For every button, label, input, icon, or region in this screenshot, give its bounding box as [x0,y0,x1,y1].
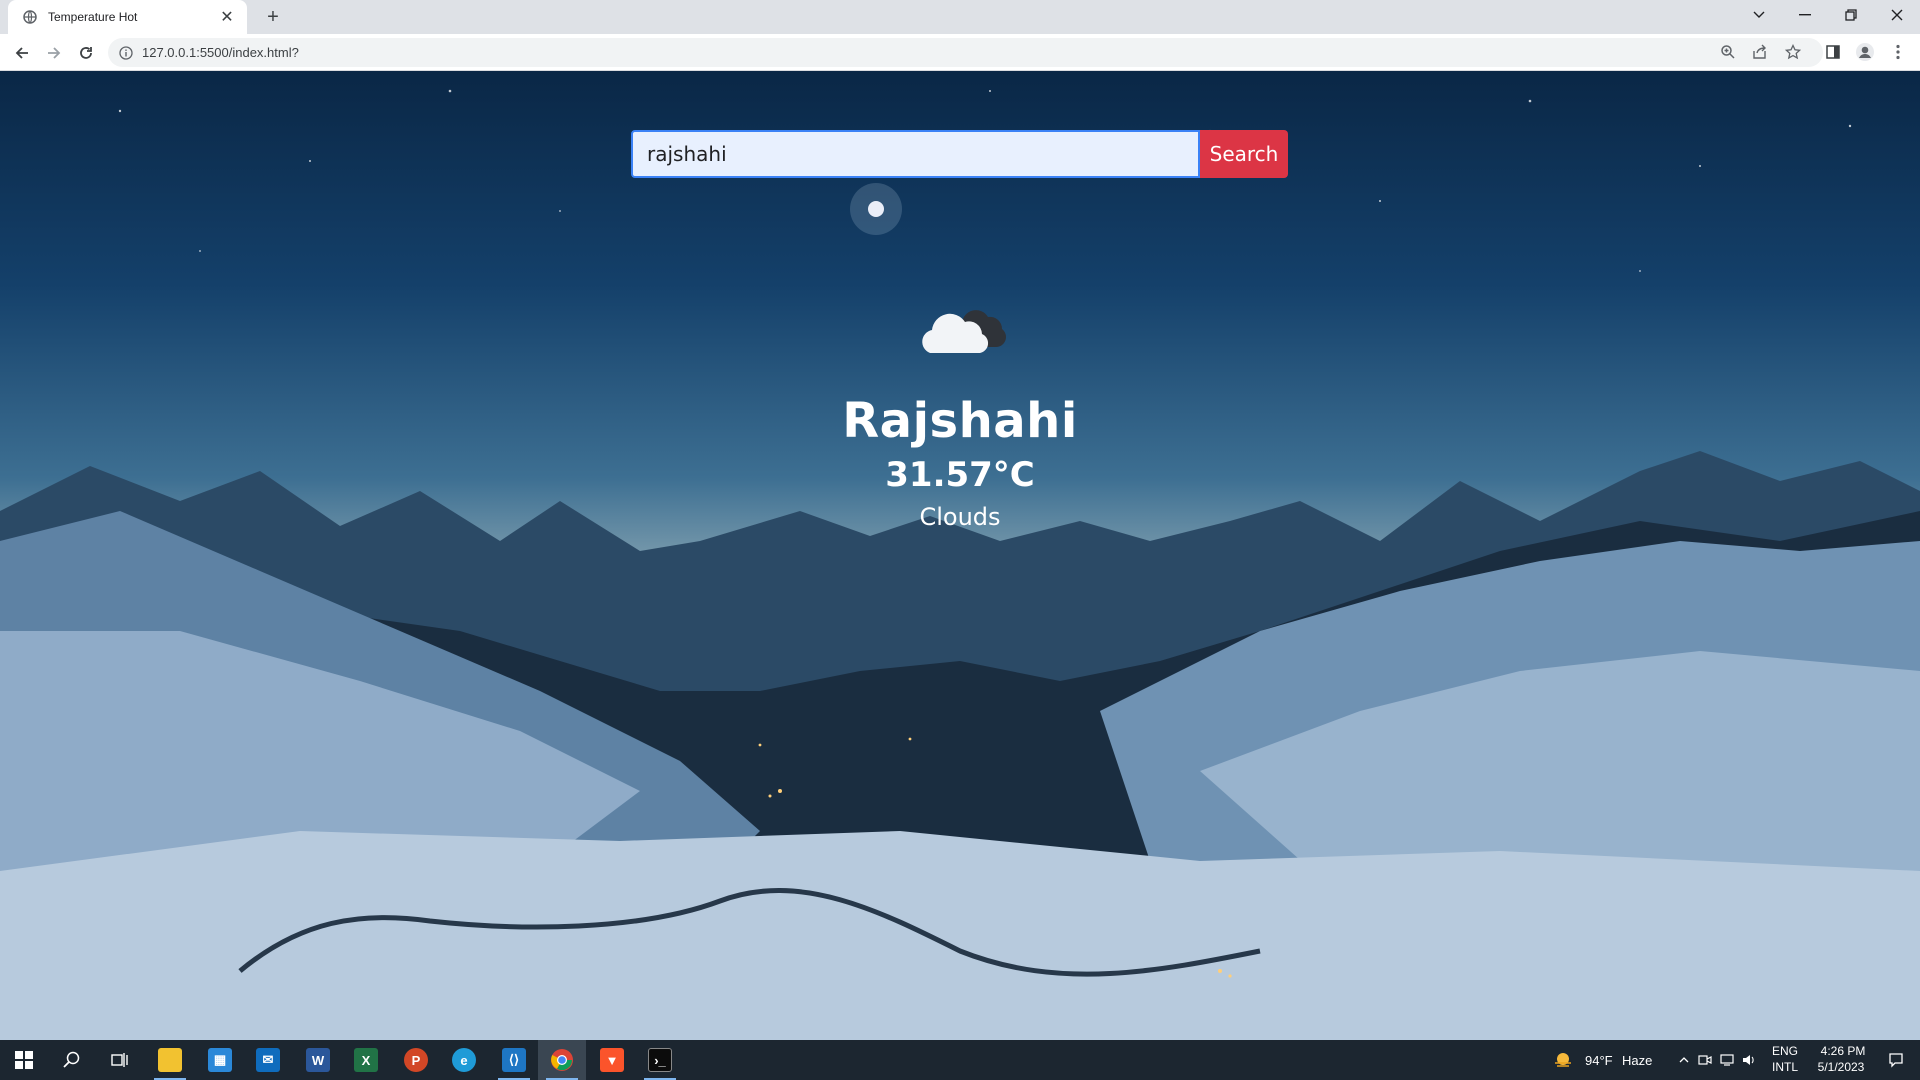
excel-icon[interactable]: X [342,1040,390,1080]
powerpoint-icon[interactable]: P [392,1040,440,1080]
start-button[interactable] [0,1040,48,1080]
tab-search-icon[interactable] [1736,0,1782,30]
mail-icon[interactable]: ✉ [244,1040,292,1080]
zoom-icon[interactable] [1718,42,1738,62]
clock-time[interactable]: 4:26 PM [1814,1044,1872,1058]
taskbar-search-icon[interactable] [48,1040,96,1080]
restore-button[interactable] [1828,0,1874,30]
side-panel-icon[interactable] [1823,42,1843,62]
browser-tab-strip: Temperature Hot ✕ + [0,0,1920,34]
info-icon[interactable] [118,45,134,61]
clock-date[interactable]: 5/1/2023 [1810,1060,1872,1074]
file-explorer-icon[interactable] [146,1040,194,1080]
url-text: 127.0.0.1:5500/index.html? [142,45,299,60]
windows-taskbar: ▦ ✉ W X P e ⟨⟩ ▼ ›_ 94°F Haze ENG INTL 4… [0,1040,1920,1080]
brave-icon[interactable]: ▼ [588,1040,636,1080]
cloud-icon [922,310,1006,353]
windows-logo-icon [15,1051,33,1069]
search-button[interactable]: Search [1200,130,1288,178]
close-window-button[interactable] [1874,0,1920,30]
vscode-icon[interactable]: ⟨⟩ [490,1040,538,1080]
browser-tab[interactable]: Temperature Hot ✕ [8,0,247,34]
city-search-input[interactable] [631,130,1200,178]
arrow-left-icon [15,47,28,59]
word-icon[interactable]: W [294,1040,342,1080]
edge-icon[interactable]: e [440,1040,488,1080]
forward-button[interactable] [40,39,68,67]
reload-icon [80,47,92,59]
tray-weather-temp: 94°F [1585,1053,1613,1068]
bookmark-star-icon[interactable] [1783,42,1803,62]
chevron-up-icon[interactable] [1672,1040,1696,1080]
weather-sun-haze-icon[interactable] [1548,1040,1578,1080]
globe-icon [22,9,38,25]
mountain-background-image [0,89,1920,1040]
store-icon[interactable]: ▦ [196,1040,244,1080]
browser-toolbar: 127.0.0.1:5500/index.html? [0,34,1920,71]
new-tab-button[interactable]: + [260,5,286,29]
tab-title: Temperature Hot [48,10,138,24]
page-viewport: Search Rajshahi 31.57°C Clouds [0,71,1920,1040]
weather-card: Rajshahi 31.57°C Clouds [0,291,1920,531]
chrome-icon[interactable] [538,1040,586,1080]
close-tab-icon[interactable]: ✕ [217,7,237,27]
minimize-button[interactable] [1782,0,1828,30]
kebab-menu-icon[interactable] [1888,42,1908,62]
terminal-icon[interactable]: ›_ [636,1040,684,1080]
back-button[interactable] [8,39,36,67]
search-bar: Search [631,130,1288,178]
tray-weather-desc: Haze [1622,1053,1653,1068]
network-icon[interactable] [1716,1040,1738,1080]
language-indicator-top[interactable]: ENG [1772,1044,1798,1058]
arrow-right-icon [48,47,61,59]
city-name: Rajshahi [842,393,1078,449]
meet-now-icon[interactable] [1694,1040,1716,1080]
task-view-icon[interactable] [96,1040,144,1080]
language-indicator-bottom[interactable]: INTL [1772,1060,1798,1074]
address-bar[interactable]: 127.0.0.1:5500/index.html? [108,38,1823,67]
notification-center-icon[interactable] [1872,1040,1920,1080]
profile-avatar-icon[interactable] [1855,42,1875,62]
weather-condition: Clouds [919,503,1001,531]
temperature-value: 31.57°C [885,455,1035,495]
volume-icon[interactable] [1738,1040,1760,1080]
share-icon[interactable] [1750,42,1770,62]
reload-button[interactable] [72,39,100,67]
